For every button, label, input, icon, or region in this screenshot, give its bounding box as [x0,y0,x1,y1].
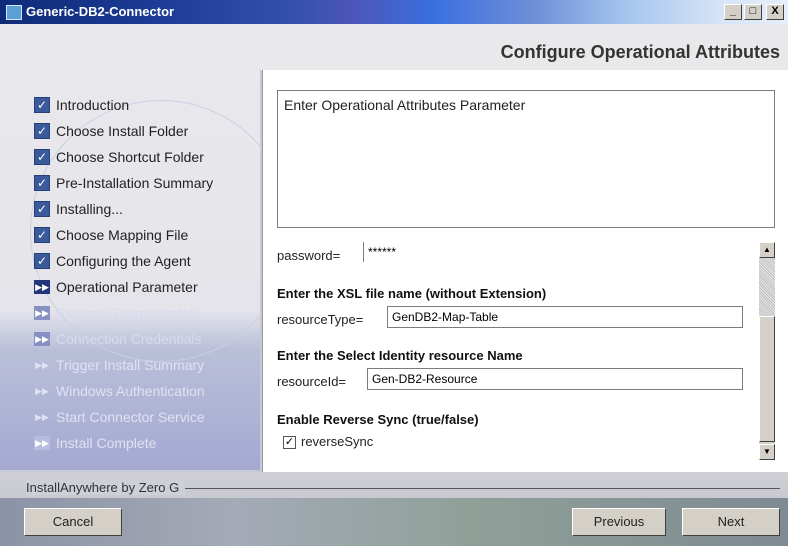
password-label: password= [277,248,341,263]
scroll-down-button[interactable]: ▼ [759,444,775,460]
xsl-section-title: Enter the XSL file name (without Extensi… [277,286,547,301]
resource-type-field[interactable]: GenDB2-Map-Table [387,306,743,328]
step-item: ✓ Choose Mapping File [34,222,213,248]
checkmark-icon: ✓ [34,201,50,217]
step-label: Install Complete [56,435,157,451]
header: Configure Operational Attributes [0,24,788,70]
footer: InstallAnywhere by Zero G Cancel Previou… [0,472,788,546]
title-bar: Generic-DB2-Connector _ □ X [0,0,788,24]
step-label: Reverse Trigger Install [56,305,197,321]
footer-divider [180,488,780,489]
page-title: Configure Operational Attributes [500,42,780,62]
step-item: ▶▶ Operational Parameter [34,274,213,300]
arrow-icon: ▶▶ [34,280,50,294]
arrow-icon: ▶▶ [35,412,49,422]
scroll-thumb[interactable] [759,316,775,442]
checkmark-icon: ✓ [34,149,50,165]
step-item: ✓ Choose Install Folder [34,118,213,144]
previous-button[interactable]: Previous [572,508,666,536]
minimize-button[interactable]: _ [724,4,742,20]
resource-id-label: resourceId= [277,374,347,389]
step-label: Pre-Installation Summary [56,175,214,191]
step-label: Operational Parameter [56,279,198,295]
step-item: ▶▶ Reverse Trigger Install [34,300,213,326]
next-button[interactable]: Next [682,508,780,536]
scroll-up-button[interactable]: ▲ [759,242,775,258]
reverse-sync-label: reverseSync [301,434,374,449]
step-label: Start Connector Service [56,409,205,425]
step-item: ✓ Pre-Installation Summary [34,170,213,196]
maximize-button[interactable]: □ [744,4,762,20]
scroll-track[interactable] [759,258,775,316]
instructions-text: Enter Operational Attributes Parameter [284,97,526,113]
arrow-icon: ▶▶ [34,436,50,450]
reverse-sync-checkbox[interactable]: ✓ [283,436,296,449]
step-label: Installing... [56,201,123,217]
checkmark-icon: ✓ [34,123,50,139]
step-item: ✓ Configuring the Agent [34,248,213,274]
step-item: ✓ Introduction [34,92,213,118]
step-list: ✓ Introduction ✓ Choose Install Folder ✓ Choo… [34,92,213,456]
step-label: Connection Credentials [56,331,202,347]
button-band: Cancel Previous Next [0,498,788,546]
step-item: ▶▶ Connection Credentials [34,326,213,352]
arrow-icon: ▶▶ [35,386,49,396]
step-item: ▶▶ Install Complete [34,430,213,456]
app-icon [6,5,22,20]
arrow-icon: ▶▶ [35,360,49,370]
checkmark-icon: ✓ [34,227,50,243]
cancel-button[interactable]: Cancel [24,508,122,536]
step-label: Configuring the Agent [56,253,191,269]
instructions-box: Enter Operational Attributes Parameter [277,90,775,228]
step-item: ✓ Installing... [34,196,213,222]
step-item: ▶▶ Trigger Install Summary [34,352,213,378]
close-button[interactable]: X [766,4,784,20]
reverse-sync-section-title: Enable Reverse Sync (true/false) [277,412,479,427]
arrow-icon: ▶▶ [34,306,50,320]
step-label: Choose Mapping File [56,227,189,243]
main-panel: Enter Operational Attributes Parameter p… [262,70,788,472]
password-field[interactable]: ****** [363,242,740,262]
step-label: Windows Authentication [56,383,205,399]
step-label: Choose Install Folder [56,123,189,139]
step-item: ▶▶ Windows Authentication [34,378,213,404]
vendor-label: InstallAnywhere by Zero G [26,480,186,495]
arrow-icon: ▶▶ [34,332,50,346]
step-sidebar: ✓ Introduction ✓ Choose Install Folder ✓ Choo… [0,70,292,470]
checkmark-icon: ✓ [34,175,50,191]
step-label: Trigger Install Summary [56,357,205,373]
resource-id-field[interactable]: Gen-DB2-Resource [367,368,743,390]
form-scrollbar[interactable]: ▲ ▼ [759,242,775,460]
resource-type-label: resourceType= [277,312,364,327]
step-item: ✓ Choose Shortcut Folder [34,144,213,170]
step-label: Introduction [56,97,130,113]
checkmark-icon: ✓ [34,97,50,113]
step-item: ▶▶ Start Connector Service [34,404,213,430]
resource-section-title: Enter the Select Identity resource Name [277,348,523,363]
window-title: Generic-DB2-Connector [26,4,175,19]
checkmark-icon: ✓ [34,253,50,269]
step-label: Choose Shortcut Folder [56,149,204,165]
